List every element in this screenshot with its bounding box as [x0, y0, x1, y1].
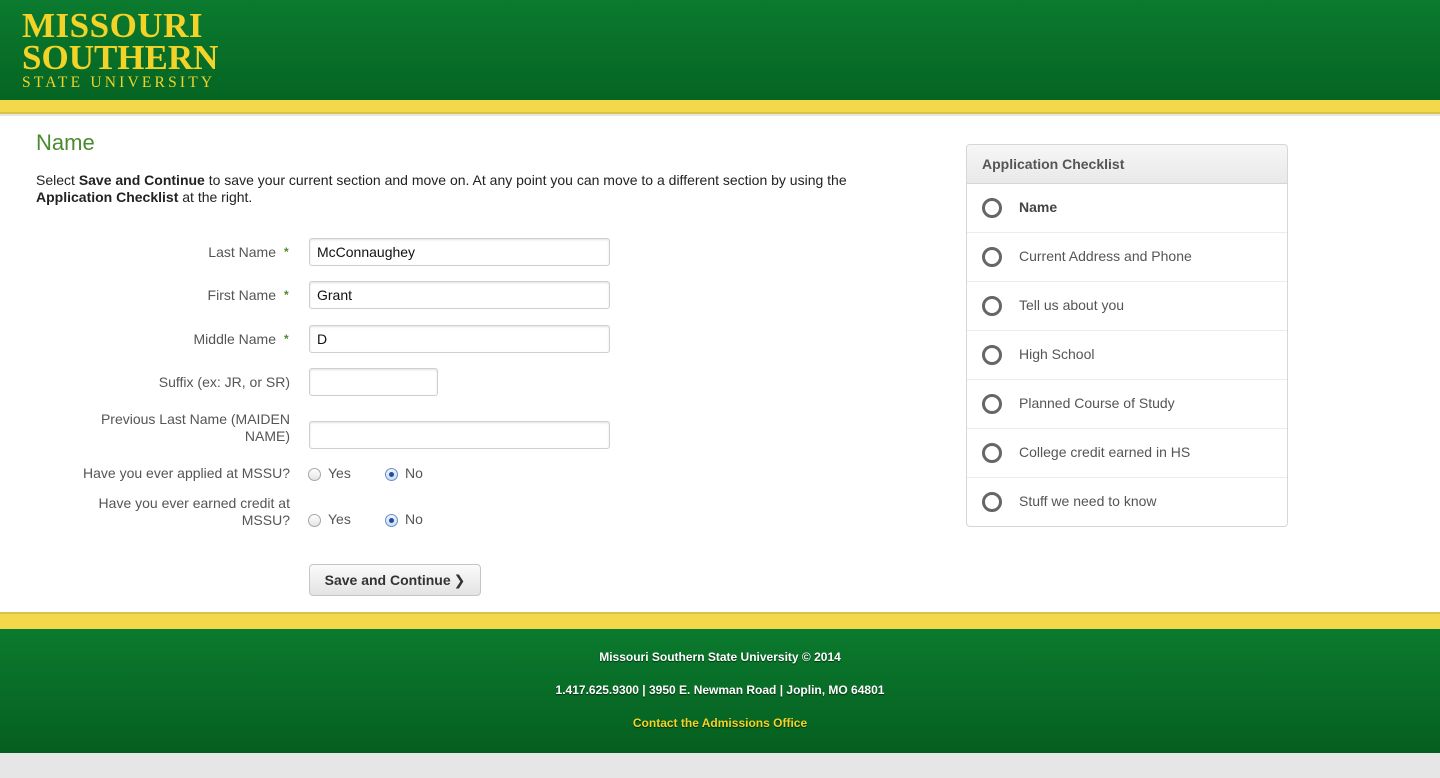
logo-line-1: MISSOURI — [22, 6, 203, 45]
intro-bold-save: Save and Continue — [78, 172, 205, 188]
previous-last-name-label: Previous Last Name (MAIDEN NAME) — [30, 411, 290, 445]
first-name-label: First Name — [207, 287, 276, 303]
checklist-item-name[interactable]: Name — [967, 184, 1287, 233]
main-content: Name Select Save and Continue to save yo… — [0, 116, 1440, 612]
checklist-item-about-you[interactable]: Tell us about you — [967, 282, 1287, 331]
last-name-required-mark: * — [284, 245, 289, 259]
checklist-item-label: Tell us about you — [1019, 297, 1125, 313]
page-title: Name — [36, 130, 95, 155]
chevron-right-icon: ❯ — [453, 572, 466, 588]
application-checklist: Application Checklist Name Current Addre… — [966, 144, 1288, 527]
middle-name-label: Middle Name — [193, 331, 276, 347]
earned-credit-question-label: Have you ever earned credit at MSSU? — [30, 495, 290, 529]
previous-last-name-label-line1: Previous Last Name (MAIDEN — [100, 411, 290, 427]
save-and-continue-button[interactable]: Save and Continue ❯ — [309, 564, 481, 596]
middle-name-required-mark: * — [284, 332, 289, 346]
checklist-item-label: Stuff we need to know — [1019, 493, 1157, 509]
previous-last-name-input[interactable] — [309, 421, 610, 449]
checklist-item-label: Name — [1019, 199, 1058, 215]
page-bottom — [0, 753, 1440, 778]
first-name-required-mark: * — [284, 288, 289, 302]
save-button-label: Save and Continue — [324, 572, 451, 588]
checklist-item-address-phone[interactable]: Current Address and Phone — [967, 233, 1287, 282]
university-logo[interactable]: MISSOURI SOUTHERN STATE UNIVERSITY — [22, 6, 219, 91]
applied-no-radio[interactable] — [385, 468, 398, 481]
site-footer: Missouri Southern State University © 201… — [0, 629, 1440, 753]
checklist-item-label: Planned Course of Study — [1019, 395, 1175, 411]
earned-credit-yes-radio[interactable] — [308, 514, 321, 527]
footer-gold-stripe — [0, 612, 1440, 629]
intro-pre: Select — [36, 172, 79, 188]
circle-status-icon — [982, 443, 1002, 463]
suffix-input[interactable] — [309, 368, 438, 396]
circle-status-icon — [982, 296, 1002, 316]
intro-text: Select Save and Continue to save your cu… — [36, 172, 896, 206]
intro-mid: to save your current section and move on… — [204, 172, 847, 188]
checklist-item-label: High School — [1019, 346, 1095, 362]
checklist-item-label: College credit earned in HS — [1019, 444, 1191, 460]
last-name-input[interactable]: McConnaughey — [309, 238, 610, 266]
previous-last-name-label-line2: NAME) — [244, 428, 290, 444]
applied-no-label[interactable]: No — [405, 465, 423, 482]
last-name-label: Last Name — [208, 244, 276, 260]
earned-credit-no-label[interactable]: No — [405, 511, 423, 528]
middle-name-input[interactable]: D — [309, 325, 610, 353]
footer-copyright: Missouri Southern State University © 201… — [599, 650, 841, 664]
earned-credit-label-line1: Have you ever earned credit at — [98, 495, 290, 511]
earned-credit-yes-label[interactable]: Yes — [328, 511, 351, 528]
checklist-item-college-credit[interactable]: College credit earned in HS — [967, 429, 1287, 478]
circle-status-icon — [982, 394, 1002, 414]
footer-contact-info: 1.417.625.9300 | 3950 E. Newman Road | J… — [555, 683, 885, 697]
earned-credit-no-radio[interactable] — [385, 514, 398, 527]
applied-question-label: Have you ever applied at MSSU? — [83, 465, 290, 481]
circle-status-icon — [982, 198, 1002, 218]
earned-credit-label-line2: MSSU? — [241, 512, 290, 528]
contact-admissions-link[interactable]: Contact the Admissions Office — [0, 716, 1440, 730]
checklist-title: Application Checklist — [967, 145, 1287, 184]
header-gold-stripe — [0, 100, 1440, 114]
first-name-input[interactable]: Grant — [309, 281, 610, 309]
circle-status-icon — [982, 247, 1002, 267]
site-header: MISSOURI SOUTHERN STATE UNIVERSITY — [0, 0, 1440, 100]
intro-post: at the right. — [178, 189, 253, 205]
applied-yes-label[interactable]: Yes — [328, 465, 351, 482]
circle-status-icon — [982, 345, 1002, 365]
checklist-item-high-school[interactable]: High School — [967, 331, 1287, 380]
checklist-item-course-of-study[interactable]: Planned Course of Study — [967, 380, 1287, 429]
logo-line-2: SOUTHERN — [22, 38, 219, 77]
suffix-label: Suffix (ex: JR, or SR) — [158, 374, 290, 390]
checklist-item-need-to-know[interactable]: Stuff we need to know — [967, 478, 1287, 526]
logo-line-3: STATE UNIVERSITY — [22, 74, 216, 91]
checklist-item-label: Current Address and Phone — [1019, 248, 1192, 264]
intro-bold-checklist: Application Checklist — [36, 189, 179, 205]
circle-status-icon — [982, 492, 1002, 512]
applied-yes-radio[interactable] — [308, 468, 321, 481]
